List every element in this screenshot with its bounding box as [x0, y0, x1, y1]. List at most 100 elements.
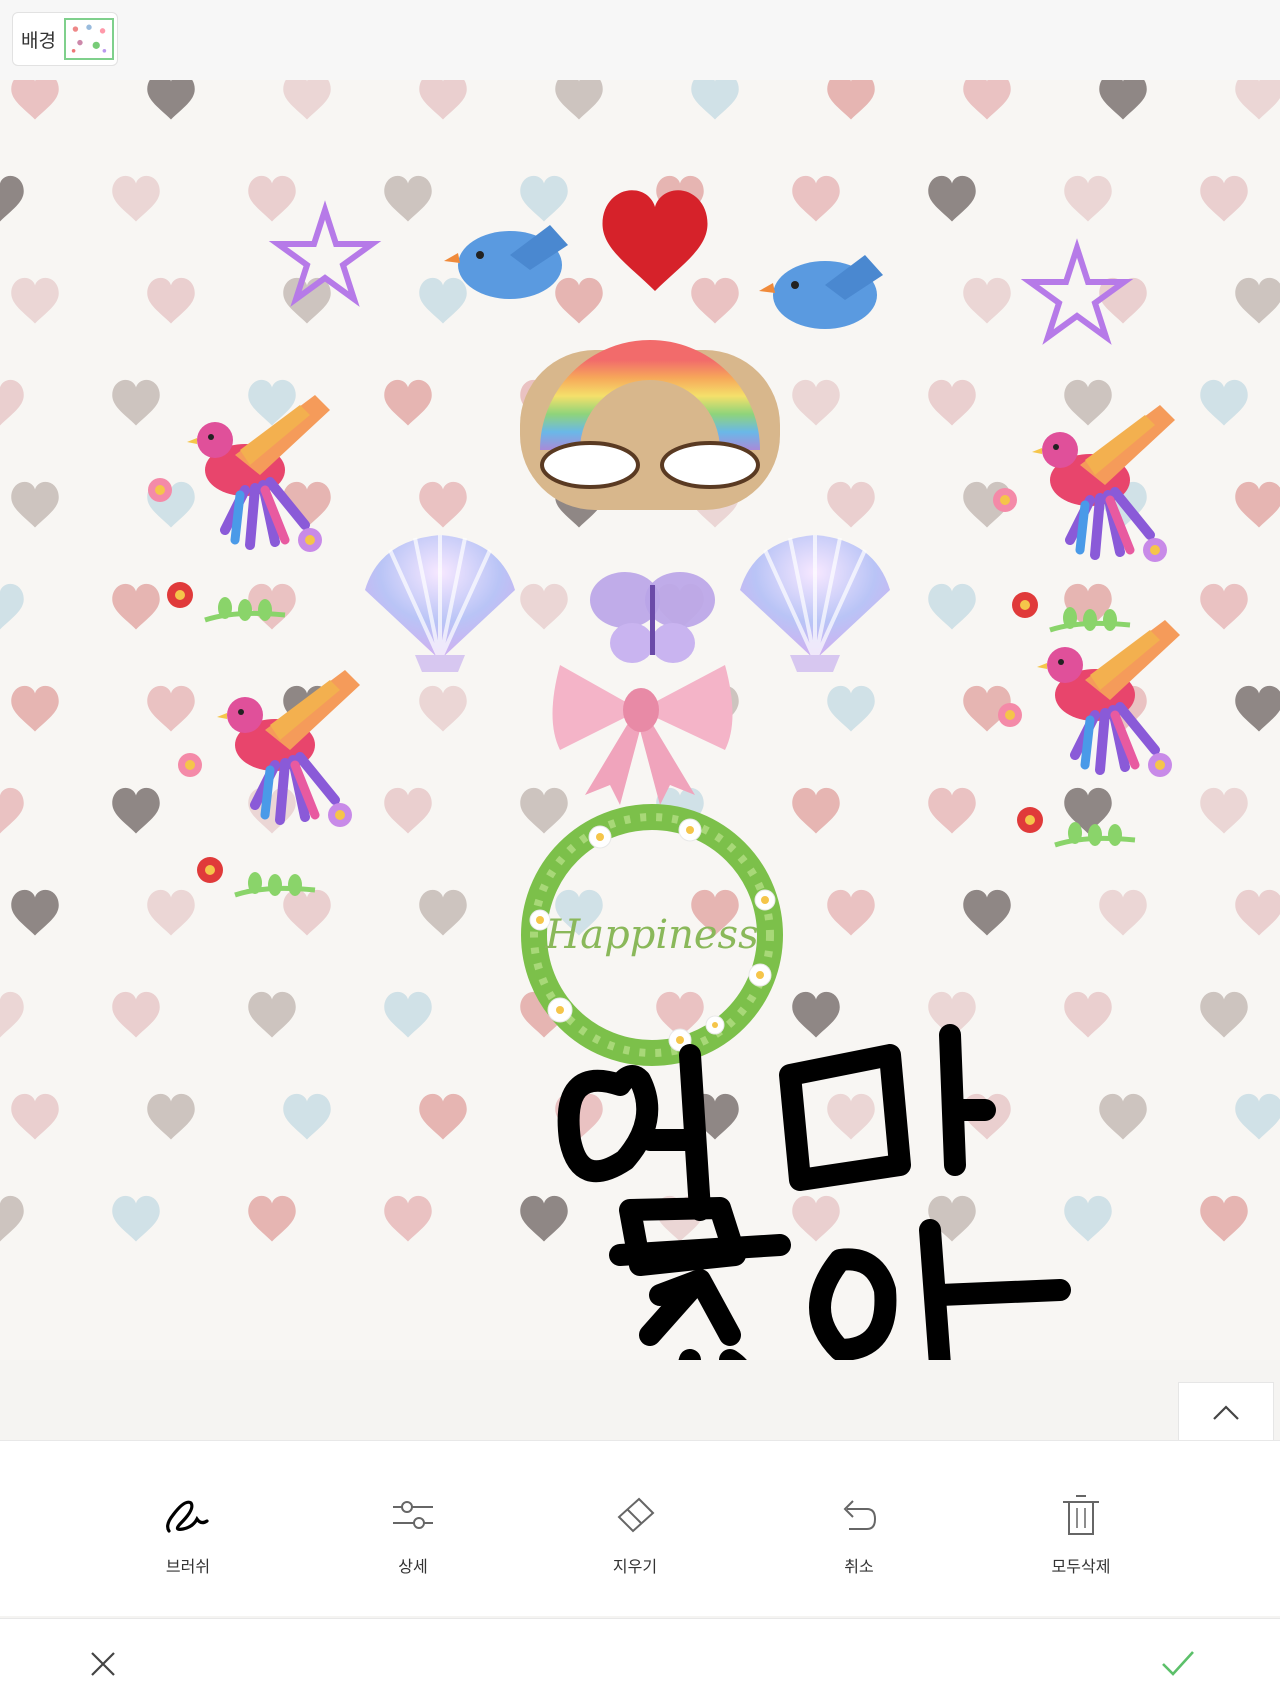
close-icon[interactable] — [88, 1649, 118, 1679]
detail-label: 상세 — [398, 1557, 428, 1576]
detail-tool-button[interactable]: 상세 — [343, 1491, 483, 1577]
pattern-heart — [0, 583, 24, 630]
pattern-heart — [147, 685, 195, 732]
pattern-heart — [1200, 583, 1248, 630]
wreath-text: Happiness — [544, 912, 758, 958]
pattern-heart — [248, 991, 296, 1038]
pattern-heart — [792, 991, 840, 1038]
pattern-heart — [0, 175, 24, 222]
pattern-heart — [1064, 991, 1112, 1038]
brush-icon — [166, 1500, 209, 1533]
eraser-label: 지우기 — [612, 1557, 658, 1576]
pattern-heart — [792, 175, 840, 222]
pattern-heart — [1235, 889, 1280, 936]
pattern-heart — [520, 175, 568, 222]
chevron-up-icon — [1213, 1404, 1239, 1420]
pattern-heart — [419, 1093, 467, 1140]
confirm-check-icon[interactable] — [1160, 1647, 1196, 1679]
undo-button[interactable]: 취소 — [789, 1491, 929, 1577]
pattern-heart — [147, 889, 195, 936]
pattern-heart — [11, 889, 59, 936]
collapse-panel-button[interactable] — [1178, 1382, 1274, 1442]
pattern-heart — [283, 277, 331, 324]
brush-tool-button[interactable]: 브러쉬 — [118, 1491, 258, 1577]
pattern-heart — [928, 787, 976, 834]
pattern-heart — [691, 80, 739, 120]
butterfly-sticker — [590, 572, 715, 663]
pattern-heart — [928, 379, 976, 426]
eraser-icon — [617, 1497, 655, 1533]
pattern-heart — [928, 175, 976, 222]
pattern-heart — [248, 1195, 296, 1242]
pattern-heart — [11, 685, 59, 732]
eraser-tool-button[interactable]: 지우기 — [565, 1491, 705, 1577]
pattern-heart — [112, 787, 160, 834]
pattern-heart — [827, 481, 875, 528]
pattern-heart — [419, 277, 467, 324]
rainbow-sticker — [520, 340, 780, 510]
pattern-heart — [1235, 685, 1280, 732]
pattern-heart — [384, 787, 432, 834]
pattern-heart — [384, 1195, 432, 1242]
pattern-heart — [1235, 1093, 1280, 1140]
delete-all-button[interactable]: 모두삭제 — [1011, 1491, 1151, 1577]
pattern-heart — [147, 80, 195, 120]
pattern-heart — [1200, 1195, 1248, 1242]
pattern-heart — [419, 889, 467, 936]
pattern-heart — [792, 1195, 840, 1242]
bird-flower-sticker-2 — [178, 670, 360, 896]
pattern-heart — [963, 277, 1011, 324]
pattern-heart — [1099, 80, 1147, 120]
pattern-heart — [384, 379, 432, 426]
background-label: 배경 — [21, 29, 56, 52]
background-selector[interactable]: 배경 — [12, 12, 118, 66]
pattern-heart — [792, 379, 840, 426]
pattern-heart — [112, 991, 160, 1038]
pattern-heart — [0, 379, 24, 426]
pattern-heart — [520, 1195, 568, 1242]
pattern-heart — [928, 583, 976, 630]
pattern-heart — [147, 277, 195, 324]
pattern-heart — [11, 481, 59, 528]
sliders-icon — [393, 1501, 433, 1529]
pattern-heart — [691, 277, 739, 324]
trash-icon — [1063, 1495, 1099, 1535]
pattern-heart — [112, 175, 160, 222]
drawing-toolbar: 브러쉬 상세 지우기 취소 모두삭제 — [0, 1440, 1280, 1616]
delete-all-label: 모두삭제 — [1051, 1557, 1111, 1576]
pattern-heart — [963, 80, 1011, 120]
star-sticker-right — [1020, 238, 1134, 345]
handwriting-line-2: 좋아 — [0, 80, 2, 81]
pattern-heart — [419, 481, 467, 528]
pattern-heart — [11, 80, 59, 120]
pattern-heart — [0, 991, 24, 1038]
pattern-heart — [1200, 175, 1248, 222]
bow-sticker — [552, 665, 733, 805]
undo-label: 취소 — [844, 1557, 874, 1576]
background-thumbnail[interactable] — [63, 18, 114, 60]
pattern-heart — [827, 685, 875, 732]
pattern-heart — [248, 583, 296, 630]
pattern-heart — [555, 80, 603, 120]
pattern-heart — [1064, 175, 1112, 222]
handwriting-strokes — [557, 1024, 1071, 1360]
pattern-heart — [827, 889, 875, 936]
red-heart-sticker — [602, 190, 708, 291]
pattern-heart — [147, 1093, 195, 1140]
pattern-heart — [827, 80, 875, 120]
drawing-canvas[interactable]: Happiness 엄마 좋아 — [0, 80, 1280, 1360]
pattern-heart — [1064, 1195, 1112, 1242]
pattern-heart — [1099, 1093, 1147, 1140]
pattern-heart — [555, 277, 603, 324]
pattern-heart — [384, 991, 432, 1038]
pattern-heart — [11, 277, 59, 324]
pattern-heart — [1064, 379, 1112, 426]
top-bar: 배경 — [0, 0, 1280, 80]
pattern-heart — [827, 1093, 875, 1140]
pattern-heart — [1235, 481, 1280, 528]
pattern-heart — [520, 583, 568, 630]
pattern-heart — [1200, 379, 1248, 426]
pattern-heart — [283, 889, 331, 936]
pattern-heart — [1200, 991, 1248, 1038]
pattern-heart — [0, 787, 24, 834]
